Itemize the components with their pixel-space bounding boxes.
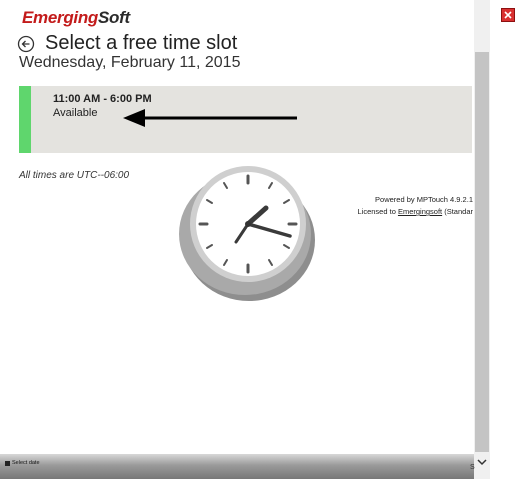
corner-label: S [470,464,475,471]
powered-by-text: Powered by MPTouch 4.9.2.1 Licensed to E… [358,194,474,218]
time-slot-app: EmergingSoft Select a free time slot Wed… [0,0,518,479]
back-arrow-icon[interactable] [17,35,35,53]
select-date-button[interactable]: Select date [5,460,40,466]
pointer-arrow-icon [123,109,297,127]
license-line: Licensed to Emergingsoft (Standar [358,206,474,218]
timezone-note: All times are UTC--06:00 [19,170,130,181]
time-slot-range: 11:00 AM - 6:00 PM [53,93,152,105]
vertical-scrollbar[interactable] [474,0,490,479]
selected-date: Wednesday, February 11, 2015 [19,54,241,71]
select-date-label: Select date [12,460,40,466]
powered-by-line: Powered by MPTouch 4.9.2.1 [375,195,473,204]
close-button[interactable] [501,8,515,22]
select-date-icon [5,460,10,466]
brand-logo-part2: Soft [98,8,130,27]
close-icon [504,11,512,19]
clock-icon [179,166,315,301]
time-slot-item[interactable]: 11:00 AM - 6:00 PM Available [19,86,472,153]
brand-logo-part1: Emerging [22,8,99,27]
bottom-toolbar: Select date [0,454,474,479]
license-prefix: Licensed to [357,207,398,216]
license-suffix: (Standar [442,207,473,216]
page-title: Select a free time slot [45,32,238,54]
chevron-down-icon [477,458,487,465]
brand-logo: EmergingSoft [22,8,130,28]
licensee-link[interactable]: Emergingsoft [398,207,442,216]
time-slot-status: Available [53,107,98,119]
header: Select a free time slot [17,32,237,55]
scrollbar-thumb[interactable] [475,52,489,452]
scroll-down-button[interactable] [475,455,489,469]
